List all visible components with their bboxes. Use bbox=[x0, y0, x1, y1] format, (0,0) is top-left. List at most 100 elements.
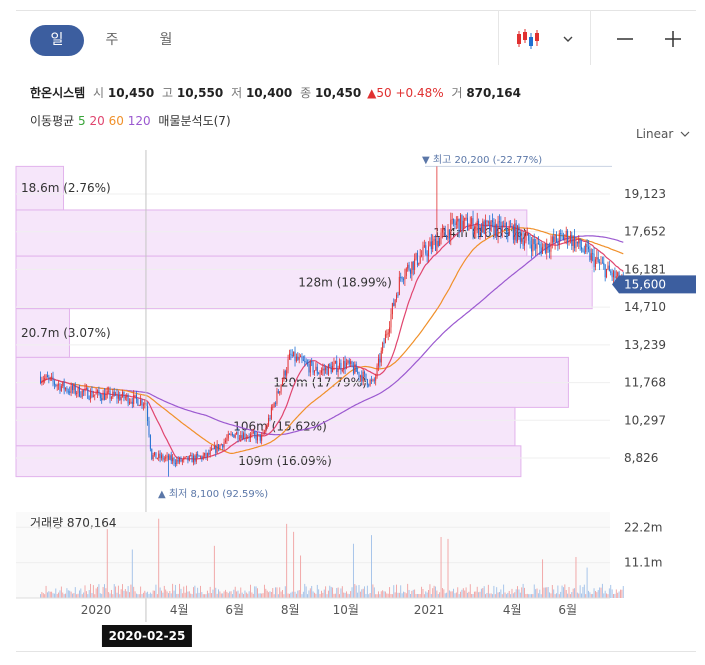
candle-body bbox=[401, 277, 403, 280]
volume-profile-label: 20.7m (3.07%) bbox=[21, 326, 111, 340]
candle-body bbox=[341, 369, 343, 371]
candle-body bbox=[325, 367, 327, 371]
candle-body bbox=[76, 392, 78, 394]
candle-body bbox=[348, 360, 350, 364]
candle-body bbox=[51, 376, 53, 378]
candle-body bbox=[94, 394, 96, 396]
candle-body bbox=[302, 359, 304, 361]
candle-body bbox=[186, 456, 188, 458]
candle-body bbox=[539, 243, 541, 248]
y-tick-label: 11,768 bbox=[624, 376, 666, 390]
candle-body bbox=[383, 342, 385, 344]
candle-body bbox=[592, 253, 594, 255]
candle-body bbox=[562, 235, 564, 241]
candle-body bbox=[404, 275, 406, 280]
candle-body bbox=[40, 376, 41, 383]
candle-body bbox=[525, 235, 527, 241]
candle-body bbox=[377, 358, 379, 366]
candle-body bbox=[498, 221, 500, 223]
candle-body bbox=[327, 364, 329, 375]
candle-body bbox=[540, 247, 542, 254]
candle-body bbox=[465, 217, 467, 219]
candle-body bbox=[206, 453, 208, 458]
candle-body bbox=[554, 235, 556, 242]
candle-body bbox=[351, 361, 353, 367]
candle-body bbox=[154, 452, 156, 456]
candle-body bbox=[343, 360, 345, 370]
candle-body bbox=[468, 228, 470, 231]
candle-body bbox=[446, 235, 448, 240]
candle-body bbox=[443, 228, 445, 230]
candle-body bbox=[361, 375, 363, 382]
candle-body bbox=[301, 356, 303, 360]
candle-body bbox=[174, 462, 176, 465]
candle-body bbox=[229, 433, 231, 435]
candle-body bbox=[390, 314, 392, 328]
low-marker: ▲ 최저 8,100 (92.59%) bbox=[158, 488, 268, 500]
candle-body bbox=[245, 437, 247, 439]
candle-body bbox=[487, 221, 489, 223]
candle-body bbox=[490, 220, 492, 231]
candle-body bbox=[422, 246, 424, 256]
candle-body bbox=[284, 370, 286, 376]
candle-body bbox=[124, 397, 126, 399]
candle-body bbox=[236, 431, 238, 435]
candle-body bbox=[546, 244, 548, 253]
candle-body bbox=[352, 366, 354, 374]
candle-body bbox=[551, 236, 553, 243]
candle-body bbox=[192, 455, 194, 463]
candle-body bbox=[319, 372, 321, 374]
candle-body bbox=[447, 229, 449, 240]
candle-body bbox=[162, 455, 164, 460]
candle-body bbox=[219, 444, 221, 450]
candle-body bbox=[457, 218, 459, 222]
candle-body bbox=[279, 391, 281, 394]
candle-body bbox=[587, 246, 589, 250]
candle-body bbox=[227, 433, 229, 439]
candle-body bbox=[266, 425, 268, 428]
candle-body bbox=[179, 457, 181, 462]
candle-body bbox=[333, 362, 335, 366]
volume-tick-label: 22.2m bbox=[624, 520, 662, 534]
candle-body bbox=[213, 445, 215, 450]
candle-body bbox=[240, 435, 242, 439]
candle-body bbox=[329, 364, 331, 367]
candle-body bbox=[586, 243, 588, 247]
candle-body bbox=[170, 455, 172, 462]
candle-body bbox=[460, 214, 462, 233]
candle-body bbox=[458, 218, 460, 233]
candle-body bbox=[418, 262, 420, 265]
candle-body bbox=[106, 391, 108, 394]
candle-body bbox=[188, 455, 190, 461]
y-tick-label: 8,826 bbox=[624, 451, 658, 465]
candle-body bbox=[147, 405, 149, 422]
candle-body bbox=[101, 398, 103, 401]
candle-body bbox=[252, 431, 254, 434]
candle-body bbox=[326, 367, 328, 375]
candle-body bbox=[375, 376, 377, 381]
candle-body bbox=[558, 233, 560, 245]
price-chart[interactable]: 18.6m (2.76%)114m (16.89%)128m (18.99%)2… bbox=[0, 0, 705, 665]
candle-body bbox=[376, 365, 378, 377]
candle-body bbox=[507, 232, 509, 236]
candle-body bbox=[322, 368, 324, 371]
candle-body bbox=[494, 224, 496, 236]
candle-body bbox=[461, 214, 463, 229]
candle-body bbox=[276, 391, 278, 404]
candle-body bbox=[371, 379, 373, 381]
candle-body bbox=[237, 431, 239, 439]
candle-body bbox=[90, 390, 92, 400]
candle-body bbox=[450, 219, 452, 239]
candle-body bbox=[354, 364, 356, 374]
candle-body bbox=[583, 251, 585, 253]
candle-body bbox=[161, 455, 163, 459]
candle-body bbox=[594, 259, 596, 268]
candle-body bbox=[140, 399, 142, 406]
candle-body bbox=[617, 272, 619, 277]
x-tick-label: 10월 bbox=[333, 603, 359, 617]
candle-body bbox=[533, 239, 535, 245]
candle-body bbox=[122, 391, 124, 397]
candle-body bbox=[256, 434, 258, 441]
candle-body bbox=[357, 371, 359, 373]
candle-body bbox=[475, 226, 477, 231]
